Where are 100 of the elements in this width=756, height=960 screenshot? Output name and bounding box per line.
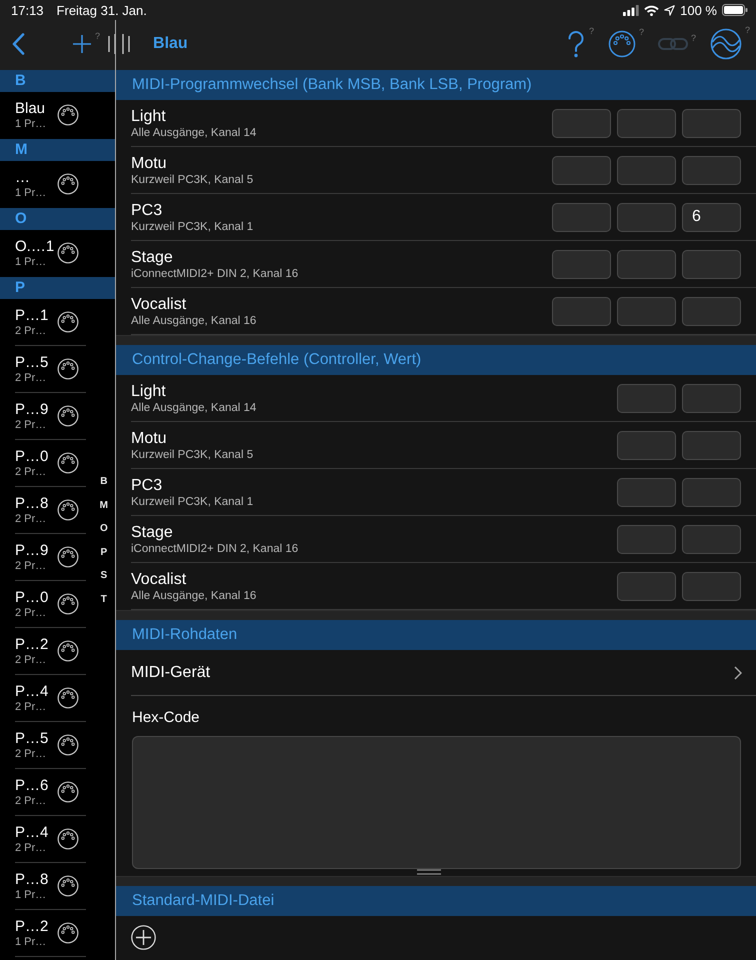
sidebar-item[interactable]: P…2 1 Pr… [15,910,86,957]
din-connector-icon [57,173,79,195]
controller-field[interactable] [617,430,676,460]
din-connector-icon [57,405,79,427]
help-hint: ? [588,26,594,36]
device-name: Vocalist [131,570,186,588]
din-connector-icon [57,358,79,380]
plus-circle-icon[interactable] [131,925,156,950]
wave-circle-icon[interactable] [710,28,742,60]
device-detail: Alle Ausgänge, Kanal 14 [131,126,256,140]
sidebar-item[interactable]: P…5 2 Pr… [15,722,86,769]
sidebar-item[interactable]: O.…1 1 Pr… [15,230,86,277]
sidebar-item[interactable]: … 1 Pr… [15,161,86,208]
device-name: PC3 [131,200,162,220]
value-field[interactable] [682,430,741,460]
hex-code-field[interactable] [132,736,741,869]
device-detail: Kurzweil PC3K, Kanal 5 [131,172,254,186]
index-letter[interactable]: P [100,540,108,564]
controller-field[interactable] [617,524,676,554]
help-hint: ? [95,31,100,41]
din-connector-icon [57,922,79,944]
device-name: Motu [131,154,167,172]
status-date: Freitag 31. Jan. [56,2,147,18]
section-header: P [0,277,116,299]
din-connector-icon [57,687,79,709]
bank-msb-field[interactable] [552,250,611,278]
program-field[interactable] [682,296,741,326]
din-connector-icon[interactable] [608,30,636,58]
sidebar-item[interactable]: P…8 2 Pr… [15,487,86,534]
program-field[interactable] [682,108,741,138]
resize-handle-icon[interactable] [416,869,440,875]
help-icon[interactable] [566,29,586,59]
section-header: Standard-MIDI-Datei [116,886,756,916]
bank-msb-field[interactable] [552,296,611,326]
battery-icon [722,4,748,16]
section-header: B [0,70,116,92]
index-letter[interactable]: T [100,588,107,612]
disclosure-row[interactable]: MIDI-Gerät [131,650,756,696]
section-header: MIDI-Rohdaten [116,620,756,650]
index-letter[interactable]: B [100,470,108,494]
din-connector-icon [57,546,79,568]
sidebar-item[interactable]: P…6 2 Pr… [15,769,86,816]
program-field[interactable]: 6 [682,202,741,232]
help-hint: ? [638,27,644,37]
device-name: Light [131,382,166,400]
sidebar-item[interactable]: P…9 2 Pr… [15,534,86,581]
device-name: Stage [131,248,173,266]
bank-lsb-field[interactable] [617,250,676,278]
sidebar-item[interactable]: Blau 1 Pr… [15,92,86,139]
index-letter[interactable]: O [100,517,108,541]
din-connector-icon [57,242,79,264]
bank-lsb-field[interactable] [617,296,676,326]
device-detail: iConnectMIDI2+ DIN 2, Kanal 16 [131,542,298,556]
sidebar-item[interactable]: P…5 2 Pr… [15,346,86,393]
sidebar-item[interactable]: P…9 2 Pr… [15,393,86,440]
chevron-left-icon[interactable] [12,33,25,55]
bank-msb-field[interactable] [552,108,611,138]
sidebar-item[interactable]: P…1 2 Pr… [15,299,86,346]
index-letter[interactable]: S [100,564,108,588]
bank-msb-field[interactable] [552,156,611,184]
device-name: Motu [131,428,167,448]
sidebar-item[interactable]: P…4 2 Pr… [15,816,86,863]
device-name: Light [131,106,166,126]
battery-percent: 100 % [680,2,717,18]
device-detail: Kurzweil PC3K, Kanal 5 [131,448,254,462]
value-field[interactable] [682,524,741,554]
sidebar-item[interactable]: P…4 2 Pr… [15,675,86,722]
bank-lsb-field[interactable] [617,108,676,138]
location-arrow-icon [664,4,676,16]
program-field[interactable] [682,250,741,278]
controller-field[interactable] [617,478,676,506]
sidebar-item[interactable]: P…2 2 Pr… [15,628,86,675]
device-name: Stage [131,522,173,542]
din-connector-icon [57,875,79,897]
sidebar-item[interactable]: P…8 1 Pr… [15,863,86,910]
help-hint: ? [744,25,750,35]
din-connector-icon [57,734,79,756]
din-connector-icon [57,828,79,850]
din-connector-icon [57,593,79,615]
chevron-right-icon [734,666,742,680]
plus-icon[interactable] [72,34,92,54]
sidebar-item[interactable]: P…0 2 Pr… [15,440,86,487]
bank-msb-field[interactable] [552,202,611,232]
help-hint: ? [690,33,696,43]
din-connector-icon [57,104,79,126]
din-connector-icon [57,452,79,474]
bank-lsb-field[interactable] [617,202,676,232]
din-connector-icon [57,499,79,521]
device-detail: Alle Ausgänge, Kanal 16 [131,588,256,602]
program-field[interactable] [682,156,741,184]
value-field[interactable] [682,384,741,412]
grip-lines-icon[interactable] [108,33,130,55]
sidebar-item[interactable]: P…0 2 Pr… [15,581,86,628]
section-header: M [0,139,116,161]
controller-field[interactable] [617,572,676,600]
bank-lsb-field[interactable] [617,156,676,184]
value-field[interactable] [682,478,741,506]
index-letter[interactable]: M [100,494,108,518]
controller-field[interactable] [617,384,676,412]
value-field[interactable] [682,572,741,600]
